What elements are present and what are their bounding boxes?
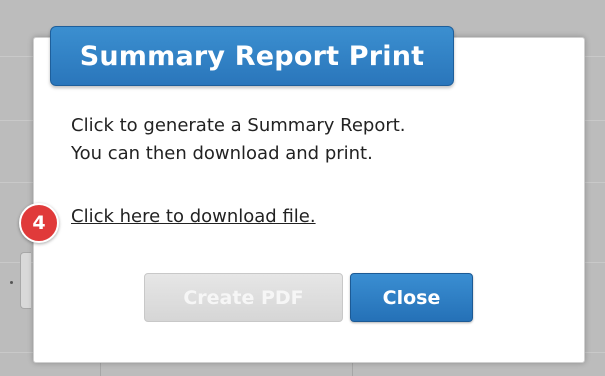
dialog-description: Click to generate a Summary Report. You …: [71, 112, 406, 168]
background-panel-edge: [20, 252, 31, 309]
background-dot: [10, 281, 13, 284]
dialog-title: Summary Report Print: [79, 40, 425, 72]
step-number-badge: 4: [19, 203, 59, 243]
dialog-title-bar: Summary Report Print: [50, 26, 454, 86]
background-divider: [100, 362, 101, 376]
description-line-1: Click to generate a Summary Report.: [71, 115, 406, 136]
description-line-2: You can then download and print.: [71, 143, 373, 164]
download-file-link[interactable]: Click here to download file.: [71, 206, 316, 227]
create-pdf-button[interactable]: Create PDF: [144, 273, 343, 322]
background-divider: [352, 362, 353, 376]
close-button[interactable]: Close: [350, 273, 473, 322]
